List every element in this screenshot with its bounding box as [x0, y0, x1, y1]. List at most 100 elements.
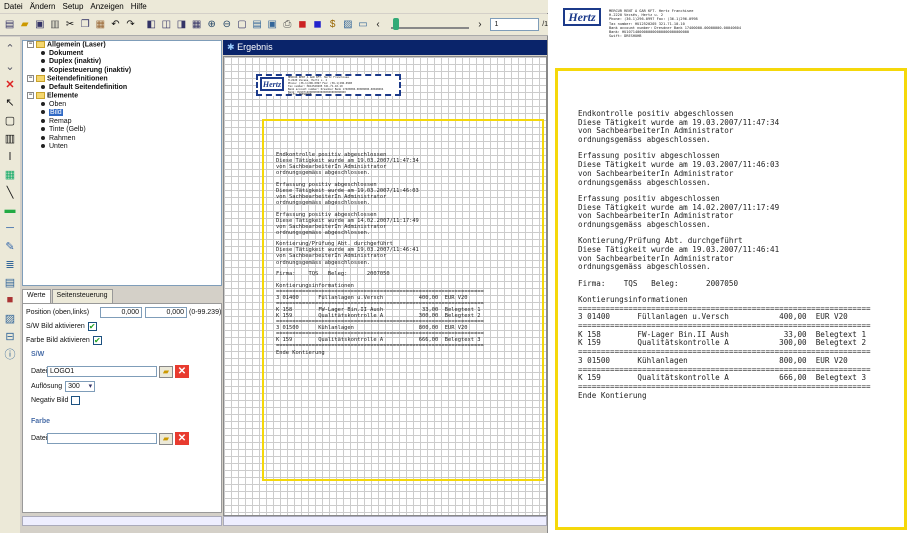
tree-item[interactable]: Unten — [23, 143, 221, 152]
sw-file-row: Datei LOGO1 ▰ ✕ — [31, 365, 189, 378]
pointer-icon[interactable]: ↖ — [3, 95, 17, 109]
color-palette-icon[interactable]: ◼ — [311, 17, 324, 32]
variable-icon[interactable]: ▦ — [3, 167, 17, 181]
grid-icon[interactable]: ▦ — [190, 17, 203, 32]
monitor-icon[interactable]: ▭ — [356, 17, 369, 32]
menu-hilfe[interactable]: Hilfe — [131, 2, 147, 11]
sw-section-title: S/W — [31, 351, 45, 358]
zoom-out-icon[interactable]: ⊖ — [220, 17, 233, 32]
menu-setup[interactable]: Setup — [62, 2, 83, 11]
stack-icon[interactable]: ≣ — [3, 257, 17, 271]
clear-file-icon[interactable]: ✕ — [175, 365, 189, 378]
open-icon[interactable]: ▰ — [18, 17, 31, 32]
tree-item[interactable]: Tinte (Gelb) — [23, 126, 221, 135]
tree-item[interactable]: Remap — [23, 118, 221, 127]
save-icon[interactable]: ▣ — [33, 17, 46, 32]
browse-folder-icon[interactable]: ▰ — [159, 432, 173, 445]
rectangle-icon[interactable]: ▢ — [3, 113, 17, 127]
result-canvas[interactable]: Hertz MERCUR RENT A GAR KFT. Hertz Franc… — [223, 56, 547, 516]
cut-icon[interactable]: ✂ — [64, 17, 77, 32]
copy-icon[interactable]: ❐ — [79, 17, 92, 32]
resolution-select[interactable]: 300 ▾ — [65, 381, 96, 392]
negative-checkbox[interactable] — [71, 396, 81, 405]
tree-item[interactable]: − Seitendefinitionen — [23, 75, 221, 84]
page-view-icon[interactable]: ▢ — [235, 17, 248, 32]
menu-aendern[interactable]: Ändern — [30, 2, 56, 11]
tree-item[interactable]: Bild — [23, 109, 221, 118]
sw-activate-checkbox[interactable]: ✔ — [87, 322, 97, 331]
ruler-icon[interactable]: ⊟ — [3, 329, 17, 343]
currency-icon[interactable]: $ — [326, 17, 339, 32]
image-tool-icon[interactable]: ▨ — [3, 311, 17, 325]
text-line: Ende Kontierung — [578, 390, 647, 400]
barcode-icon[interactable]: ▥ — [3, 131, 17, 145]
collapse-down-icon[interactable]: ⌄ — [3, 59, 17, 73]
tree-item[interactable]: Default Seitendefinition — [23, 84, 221, 93]
canvas-scrollbar[interactable] — [223, 516, 547, 526]
text-line: Firma: TQS Beleg: 2007050 — [578, 278, 739, 288]
line-icon[interactable]: ╲ — [3, 185, 17, 199]
tree-item[interactable]: Dokument — [23, 50, 221, 59]
expand-toggle-icon[interactable]: − — [27, 92, 34, 99]
tab-werte[interactable]: Werte — [22, 289, 51, 303]
horizontal-line-icon[interactable]: ─ — [3, 221, 17, 235]
zoom-in-icon[interactable]: ⊕ — [205, 17, 218, 32]
tab-seitensteuerung[interactable]: Seitensteuerung — [51, 289, 113, 303]
browse-folder-icon[interactable]: ▰ — [159, 365, 173, 378]
zoom-slider-knob[interactable] — [392, 17, 399, 30]
image-icon[interactable]: ▨ — [341, 17, 354, 32]
undo-icon[interactable]: ↶ — [109, 17, 122, 32]
color-icon[interactable]: ◼ — [296, 17, 309, 32]
color-file-input[interactable] — [47, 433, 157, 444]
sw-file-input[interactable]: LOGO1 — [47, 366, 157, 377]
negative-label: Negativ Bild — [31, 397, 69, 404]
zoom-slider[interactable] — [390, 17, 470, 30]
color-activate-checkbox[interactable]: ✔ — [92, 336, 102, 345]
page-number-input[interactable]: 1 — [490, 18, 540, 31]
collapse-up-icon[interactable]: ⌃ — [3, 41, 17, 55]
new-icon[interactable]: ▤ — [3, 17, 16, 32]
property-scrollbar[interactable] — [22, 516, 222, 526]
info-icon[interactable]: ⓘ — [3, 347, 17, 361]
printer-icon[interactable]: ⎙ — [281, 17, 294, 32]
print-icon[interactable]: ▥ — [48, 17, 61, 32]
redo-icon[interactable]: ↷ — [124, 17, 137, 32]
menu-datei[interactable]: Datei — [4, 2, 23, 11]
color-activate-row: Farbe Bild aktivieren ✔ — [26, 336, 102, 345]
tree-item[interactable]: Oben — [23, 101, 221, 110]
text-line: Swift: DRESHUHB — [609, 34, 642, 39]
bullet-icon — [41, 127, 45, 132]
tree-item[interactable]: Duplex (inaktiv) — [23, 58, 221, 67]
expand-toggle-icon[interactable]: − — [27, 75, 34, 82]
delete-icon[interactable]: ✕ — [3, 77, 17, 91]
company-header-mini: MERCUR RENT A GAR KFT. Hertz Franchisee H… — [288, 76, 383, 97]
menu-bar: Datei Ändern Setup Anzeigen Hilfe — [0, 0, 548, 13]
folder-icon — [36, 41, 45, 48]
pos-x-input[interactable]: 0,000 — [100, 307, 142, 318]
table-icon[interactable]: ▤ — [3, 275, 17, 289]
resolution-row: Auflösung 300 ▾ — [31, 381, 96, 392]
pen-icon[interactable]: ✎ — [3, 239, 17, 253]
color-block-icon[interactable]: ■ — [3, 293, 17, 307]
next-page-icon[interactable]: › — [473, 17, 486, 32]
paste-icon[interactable]: ▦ — [94, 17, 107, 32]
fill-icon[interactable]: ▬ — [3, 203, 17, 217]
tree-item[interactable]: Rahmen — [23, 135, 221, 144]
tree-item[interactable]: − Elemente — [23, 92, 221, 101]
tree-item[interactable]: − Allgemein (Laser) — [23, 41, 221, 50]
bullet-icon — [41, 110, 45, 115]
pos-y-input[interactable]: 0,000 — [145, 307, 187, 318]
clear-file-icon[interactable]: ✕ — [175, 432, 189, 445]
prev-page-icon[interactable]: ‹ — [372, 17, 385, 32]
align-center-icon[interactable]: ◫ — [160, 17, 173, 32]
layout-icon[interactable]: ▤ — [251, 17, 264, 32]
expand-toggle-icon[interactable]: − — [27, 41, 34, 48]
tree-item[interactable]: Kopiesteuerung (inaktiv) — [23, 67, 221, 76]
align-right-icon[interactable]: ◨ — [175, 17, 188, 32]
text-field-icon[interactable]: Ⅰ — [3, 149, 17, 163]
document-text-mini: Endkontrolle positiv abgeschlossen Diese … — [276, 152, 484, 356]
preview-icon[interactable]: ▣ — [266, 17, 279, 32]
align-left-icon[interactable]: ◧ — [145, 17, 158, 32]
menu-anzeigen[interactable]: Anzeigen — [90, 2, 123, 11]
chevron-down-icon: ▾ — [88, 383, 93, 390]
